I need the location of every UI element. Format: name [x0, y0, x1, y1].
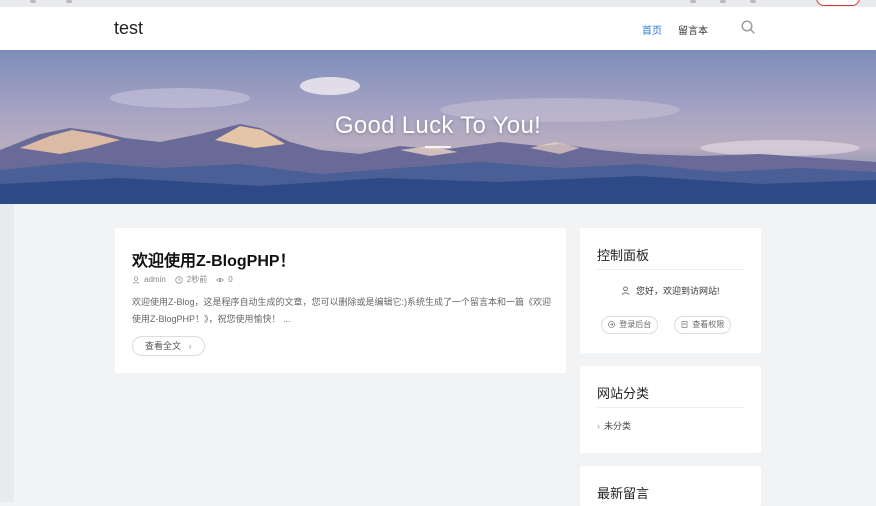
welcome-message: 您好，欢迎到访网站!: [580, 284, 761, 297]
post-views: 0: [216, 275, 233, 284]
browser-icon: [750, 0, 756, 3]
nav-home[interactable]: 首页: [642, 22, 662, 52]
browser-top-strip: [0, 0, 876, 7]
site-header: test 首页 留言本: [0, 7, 876, 52]
clock-icon: [175, 275, 183, 284]
hero-title: Good Luck To You!: [334, 112, 542, 139]
post-author: admin: [132, 275, 166, 284]
browser-icon: [690, 0, 696, 3]
post-title[interactable]: 欢迎使用Z-BlogPHP！: [132, 247, 296, 271]
post-time-text: 2秒前: [186, 275, 208, 284]
site-logo[interactable]: test: [114, 18, 143, 39]
hero-divider: [425, 146, 451, 148]
categories-title: 网站分类: [597, 386, 650, 401]
read-more-button[interactable]: 查看全文 ›: [132, 336, 205, 356]
read-more-label: 查看全文: [145, 341, 182, 351]
hero-banner: Good Luck To You!: [0, 50, 876, 204]
post-meta: admin 2秒前 0: [132, 274, 233, 285]
post-views-count: 0: [228, 275, 233, 284]
login-admin-label: 登录后台: [619, 320, 652, 329]
welcome-text: 您好，欢迎到访网站!: [636, 286, 720, 296]
categories-widget: 网站分类 › 未分类: [580, 366, 761, 453]
view-permissions-label: 查看权限: [692, 320, 725, 329]
category-label: 未分类: [604, 421, 632, 431]
control-panel-title: 控制面板: [597, 248, 650, 263]
document-icon: [681, 321, 688, 328]
nav-guestbook[interactable]: 留言本: [678, 22, 708, 37]
category-item[interactable]: › 未分类: [597, 419, 631, 432]
browser-icon: [30, 0, 36, 3]
eye-icon: [216, 277, 225, 282]
search-icon[interactable]: [740, 19, 756, 35]
widget-divider: [597, 407, 744, 408]
chevron-right-icon: ›: [188, 341, 192, 351]
control-panel-widget: 控制面板 您好，欢迎到访网站! 登录后台 查看权限: [580, 228, 761, 353]
latest-comments-widget: 最新留言: [580, 466, 761, 506]
browser-icon: [66, 0, 72, 3]
chevron-right-icon: ›: [597, 421, 600, 431]
login-admin-button[interactable]: 登录后台: [601, 316, 659, 334]
left-shade: [0, 204, 14, 502]
widget-divider: [597, 269, 744, 270]
login-icon: [608, 321, 615, 328]
user-icon: [622, 286, 630, 295]
latest-comments-title: 最新留言: [597, 486, 650, 501]
browser-icon: [720, 0, 726, 3]
view-permissions-button[interactable]: 查看权限: [674, 316, 732, 334]
post-excerpt: 欢迎使用Z-Blog，这是程序自动生成的文章，您可以删除或是编辑它:)系统生成了…: [132, 297, 552, 324]
user-icon: [132, 275, 140, 284]
post-author-name: admin: [144, 275, 166, 284]
browser-profile-button[interactable]: [816, 0, 860, 6]
post-time: 2秒前: [175, 274, 207, 285]
post-card: 欢迎使用Z-BlogPHP！ admin 2秒前 0 欢迎使用Z-Blog，这是…: [115, 228, 566, 373]
